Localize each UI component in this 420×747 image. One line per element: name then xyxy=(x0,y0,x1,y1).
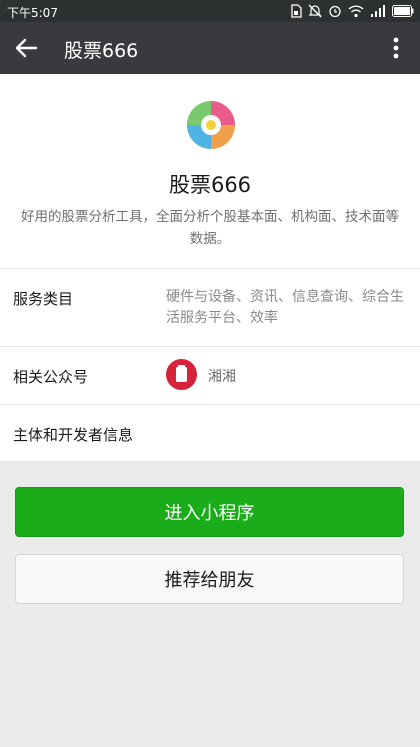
share-to-friend-button[interactable]: 推荐给朋友 xyxy=(15,554,404,604)
divider xyxy=(0,268,420,269)
sim-card-icon xyxy=(291,4,302,18)
enter-mini-program-button[interactable]: 进入小程序 xyxy=(15,487,404,537)
status-time: 下午5:07 xyxy=(7,6,58,20)
status-icons xyxy=(290,3,414,19)
account-avatar-icon xyxy=(176,365,187,382)
category-value: 硬件与设备、资讯、信息查询、综合生活服务平台、效率 xyxy=(166,289,404,326)
back-arrow-icon[interactable] xyxy=(12,34,40,62)
alarm-icon xyxy=(329,5,341,18)
more-vertical-icon[interactable] xyxy=(384,34,408,62)
divider xyxy=(0,346,420,347)
app-name: 股票666 xyxy=(168,173,252,197)
developer-info-label[interactable]: 主体和开发者信息 xyxy=(13,424,133,445)
app-logo xyxy=(187,101,235,149)
app-bar: 股票666 xyxy=(0,22,420,74)
signal-icon xyxy=(371,5,385,17)
mini-program-profile: 股票666 好用的股票分析工具，全面分析个股基本面、机构面、技术面等数据。 服务… xyxy=(0,74,420,461)
related-account-label: 相关公众号 xyxy=(13,368,89,386)
app-description: 好用的股票分析工具，全面分析个股基本面、机构面、技术面等数据。 xyxy=(21,209,399,247)
account-avatar[interactable] xyxy=(166,359,197,390)
page-title: 股票666 xyxy=(64,40,139,62)
category-label: 服务类目 xyxy=(13,290,74,308)
status-bar: 下午5:07 xyxy=(0,0,420,22)
battery-icon xyxy=(392,5,414,17)
account-name[interactable]: 湘湘 xyxy=(208,366,236,386)
wifi-icon xyxy=(348,5,364,18)
mute-icon xyxy=(308,4,322,18)
divider xyxy=(0,404,420,405)
